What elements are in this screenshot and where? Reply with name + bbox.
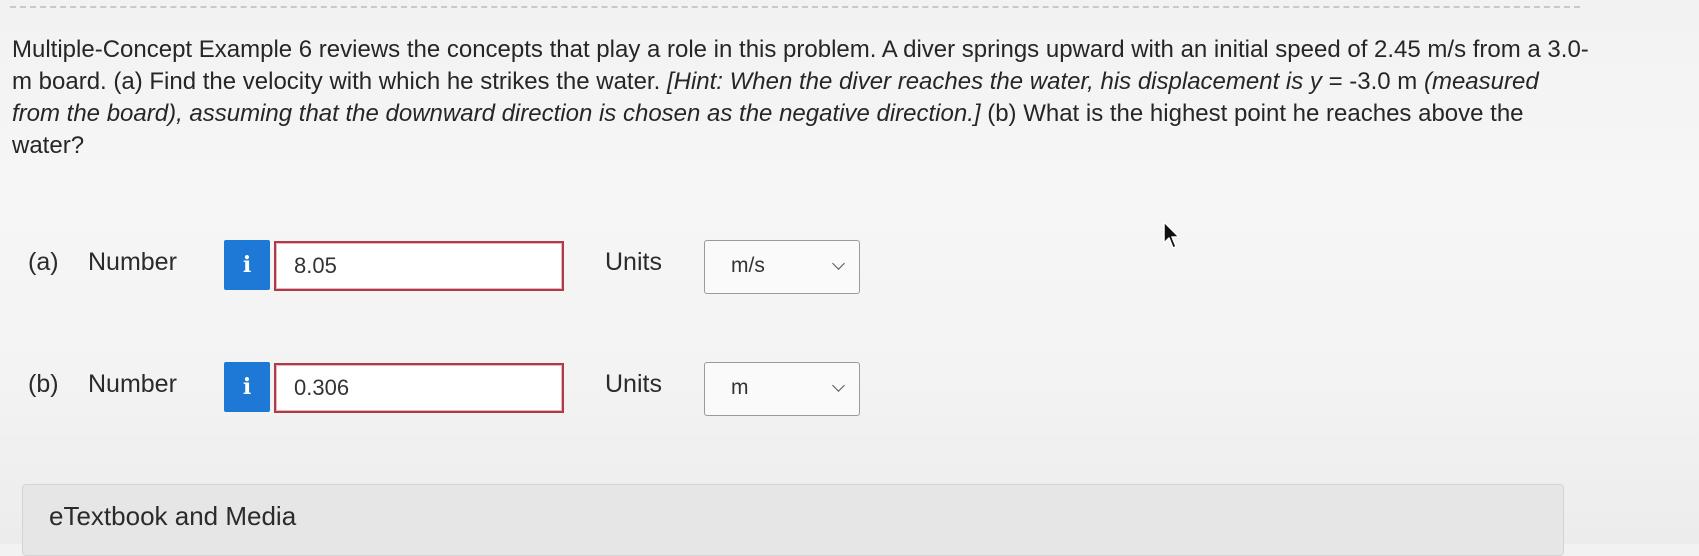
part-b-units-select[interactable]: m [704, 362, 860, 416]
info-icon: i [242, 252, 252, 278]
part-b-units-label: Units [605, 370, 662, 398]
part-b-number-input[interactable] [292, 365, 546, 411]
etextbook-panel[interactable]: eTextbook and Media [22, 484, 1564, 556]
question-text: Multiple-Concept Example 6 reviews the c… [12, 34, 1592, 162]
part-b-answer-box [274, 363, 564, 413]
part-a-units-label: Units [605, 248, 662, 276]
part-b-info-button[interactable]: i [224, 362, 270, 412]
part-a-number-input[interactable] [292, 243, 546, 289]
chevron-down-icon [832, 257, 845, 270]
part-a-number-label: Number [88, 248, 177, 276]
mouse-pointer-icon [1163, 221, 1180, 249]
top-divider [10, 6, 1580, 8]
info-icon: i [242, 374, 252, 400]
part-a-answer-box [274, 241, 564, 291]
question-hint: [Hint: When the diver reaches the water,… [666, 68, 1322, 95]
part-a-units-select[interactable]: m/s [704, 240, 860, 294]
part-a-units-value: m/s [731, 254, 765, 277]
part-a-label: (a) [28, 248, 59, 276]
part-a-info-button[interactable]: i [224, 240, 270, 290]
part-b-label: (b) [28, 370, 59, 398]
chevron-down-icon [832, 379, 845, 392]
part-b-number-label: Number [88, 370, 177, 398]
question-text-part-2: = -3.0 m [1321, 68, 1424, 95]
etextbook-title: eTextbook and Media [49, 501, 297, 531]
part-b-units-value: m [731, 376, 749, 399]
